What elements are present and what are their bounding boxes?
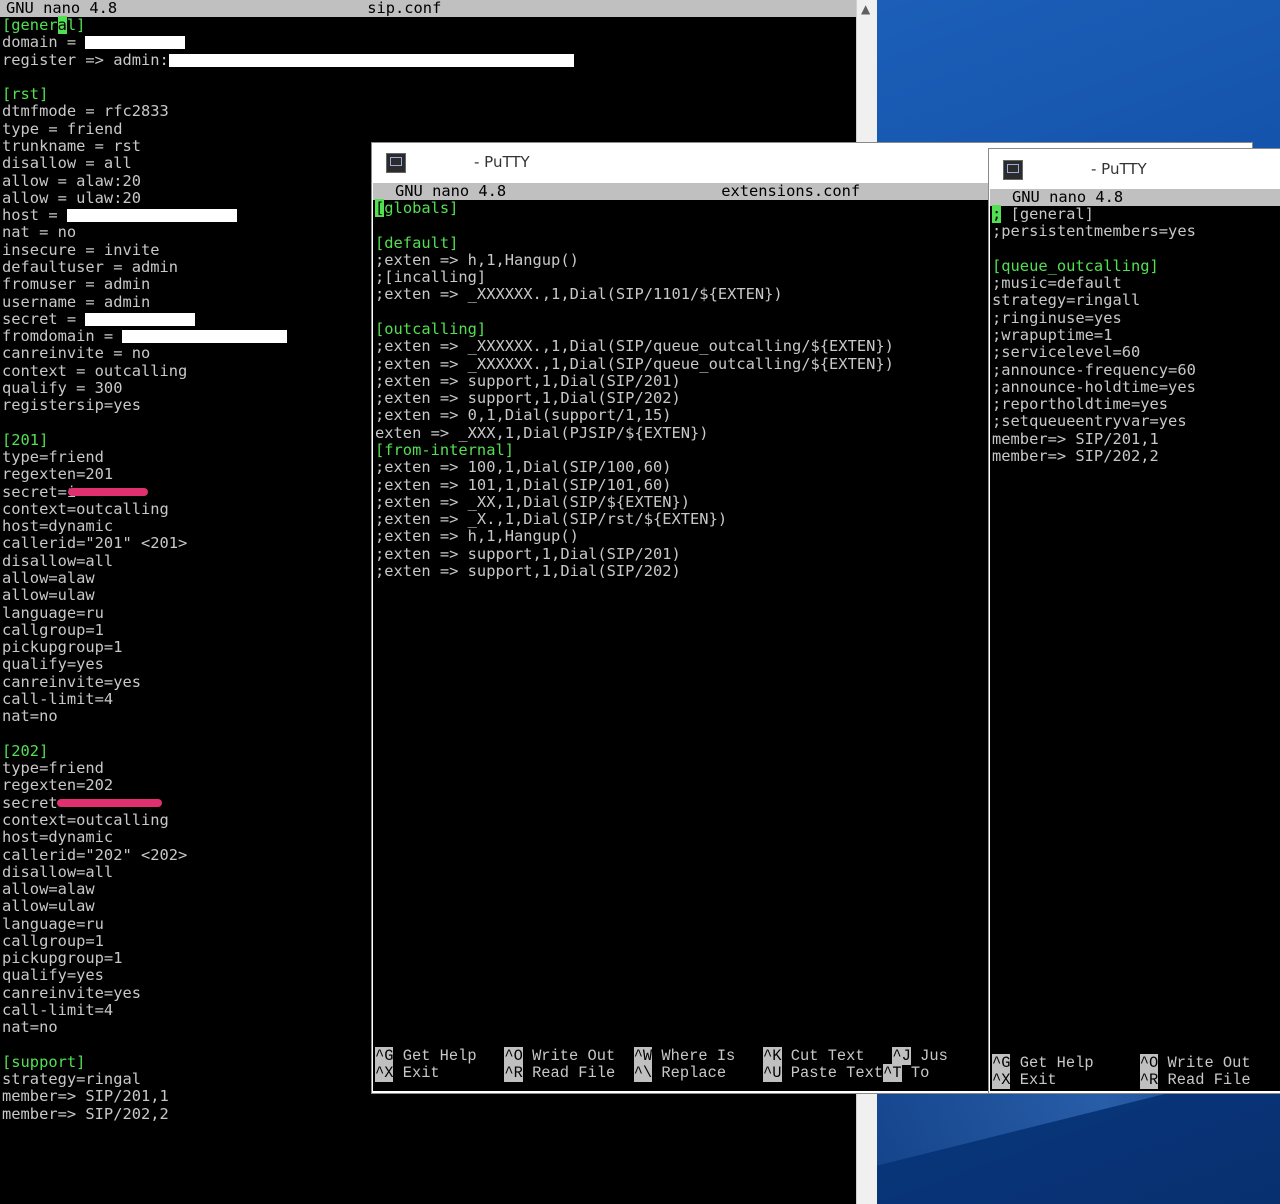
- section-default: [default]: [375, 233, 459, 252]
- text-cursor: ;: [992, 205, 1002, 223]
- shortcut-get-help[interactable]: ^G Get Help: [375, 1047, 495, 1065]
- nano-version: GNU nano 4.8: [6, 0, 118, 17]
- nano-shortcut-bar: ^G Get Help ^O Write Out ^X Exit ^R Read…: [992, 1054, 1251, 1090]
- section-queue-outcalling: [queue_outcalling]: [992, 256, 1159, 275]
- section-general: [general]: [2, 16, 86, 34]
- shortcut-to-spell[interactable]: ^T To: [883, 1064, 929, 1083]
- shortcut-where-is[interactable]: ^W Where Is: [633, 1047, 754, 1065]
- queues-conf-content[interactable]: ; [general] ;persistentmembers=yes [queu…: [992, 205, 1196, 465]
- window-titlebar[interactable]: - PuTTY: [989, 149, 1280, 189]
- nano-version: GNU nano 4.8: [395, 183, 507, 200]
- nano-status-bar: GNU nano 4.8 sip.conf: [0, 0, 858, 17]
- shortcut-read-file[interactable]: ^R Read File: [1139, 1071, 1251, 1090]
- redaction-scribble: [68, 488, 149, 497]
- queues-conf-terminal[interactable]: GNU nano 4.8 ; [general] ;persistentmemb…: [990, 189, 1280, 1091]
- text-cursor: [: [375, 199, 385, 217]
- putty-window-queues[interactable]: - PuTTY GNU nano 4.8 ; [general] ;persis…: [988, 148, 1280, 1094]
- nano-version: GNU nano 4.8: [1012, 189, 1124, 206]
- extensions-conf-content[interactable]: [globals] [default] ;exten => h,1,Hangup…: [375, 199, 894, 580]
- shortcut-exit[interactable]: ^X Exit: [375, 1064, 495, 1083]
- shortcut-read-file[interactable]: ^R Read File: [504, 1064, 624, 1083]
- redaction-block: [168, 53, 574, 67]
- shortcut-exit[interactable]: ^X Exit: [992, 1071, 1140, 1090]
- window-title: - PuTTY: [1091, 160, 1147, 178]
- window-title: - PuTTY: [474, 153, 530, 171]
- section-from-internal: [from-internal]: [375, 440, 514, 459]
- section-201: [201]: [2, 430, 49, 449]
- file-name: extensions.conf: [721, 183, 861, 200]
- shortcut-cut-text[interactable]: ^K Cut Text: [763, 1047, 883, 1065]
- section-globals: [globals]: [375, 199, 459, 217]
- shortcut-justify[interactable]: ^J Jus: [892, 1047, 948, 1065]
- text-cursor: a: [57, 16, 67, 34]
- redaction-block: [85, 36, 186, 50]
- redaction-block: [66, 209, 237, 223]
- chevron-up-icon[interactable]: ▲: [861, 2, 870, 16]
- putty-terminal-icon[interactable]: [386, 153, 406, 173]
- nano-status-bar: GNU nano 4.8: [990, 189, 1280, 206]
- redaction-scribble: [56, 799, 162, 808]
- shortcut-paste-text[interactable]: ^U Paste Text: [763, 1064, 883, 1083]
- shortcut-write-out[interactable]: ^O Write Out: [1139, 1054, 1251, 1072]
- section-rst: [rst]: [2, 85, 49, 104]
- section-202: [202]: [2, 741, 49, 760]
- putty-terminal-icon[interactable]: [1003, 160, 1023, 180]
- section-support: [support]: [2, 1052, 86, 1071]
- redaction-block: [122, 330, 288, 344]
- nano-shortcut-bar: ^G Get Help ^O Write Out ^W Where Is ^K …: [375, 1047, 948, 1083]
- shortcut-replace[interactable]: ^\ Replace: [633, 1064, 754, 1083]
- redaction-block: [85, 312, 196, 326]
- section-outcalling: [outcalling]: [375, 319, 487, 338]
- shortcut-write-out[interactable]: ^O Write Out: [504, 1047, 624, 1065]
- shortcut-get-help[interactable]: ^G Get Help: [992, 1054, 1140, 1072]
- file-name: sip.conf: [367, 0, 442, 17]
